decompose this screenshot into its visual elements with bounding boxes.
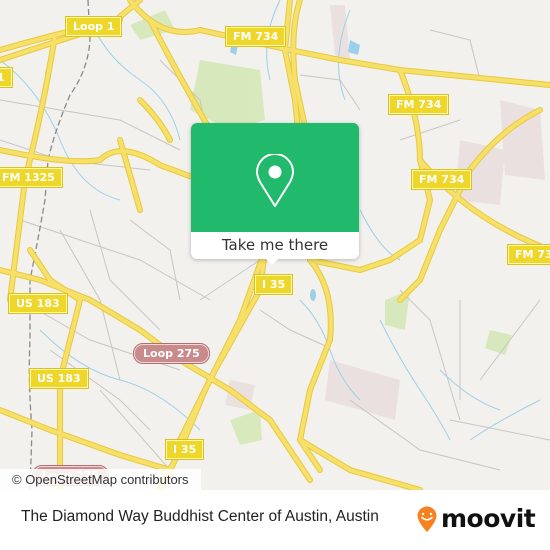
road-label-fm-734: FM 734 [387, 94, 450, 115]
road-label-loop-1: Loop 1 [64, 16, 123, 37]
map-attribution[interactable]: © OpenStreetMap contributors [0, 469, 201, 490]
map[interactable]: Loop 1 1 FM 734 FM 734 FM 734 FM 734 FM … [0, 0, 550, 490]
road-label-i-35: I 35 [164, 439, 205, 460]
take-me-there-popup[interactable]: Take me there [191, 123, 359, 265]
road-label-fm-734: FM 734 [224, 26, 287, 47]
take-me-there-button[interactable]: Take me there [191, 232, 359, 259]
road-label-fm-1325: FM 1325 [0, 167, 63, 188]
popup-header [191, 123, 359, 232]
moovit-logo[interactable]: moovit [416, 504, 536, 533]
road-label-us-183: US 183 [29, 368, 89, 389]
road-label-i-35: I 35 [253, 274, 294, 295]
popup-tail [264, 257, 280, 265]
moovit-pin-smile-icon [417, 506, 437, 532]
footer: The Diamond Way Buddhist Center of Austi… [0, 490, 550, 550]
road-label-fm-734: FM 734 [410, 169, 473, 190]
road-label-fm-734: FM 734 [506, 244, 550, 265]
map-pin-icon [256, 154, 294, 207]
road-label-1: 1 [0, 67, 13, 88]
road-label-us-183: US 183 [8, 293, 68, 314]
place-title: The Diamond Way Buddhist Center of Austi… [21, 508, 379, 525]
moovit-wordmark: moovit [441, 504, 536, 533]
road-label-loop-275: Loop 275 [133, 343, 210, 364]
